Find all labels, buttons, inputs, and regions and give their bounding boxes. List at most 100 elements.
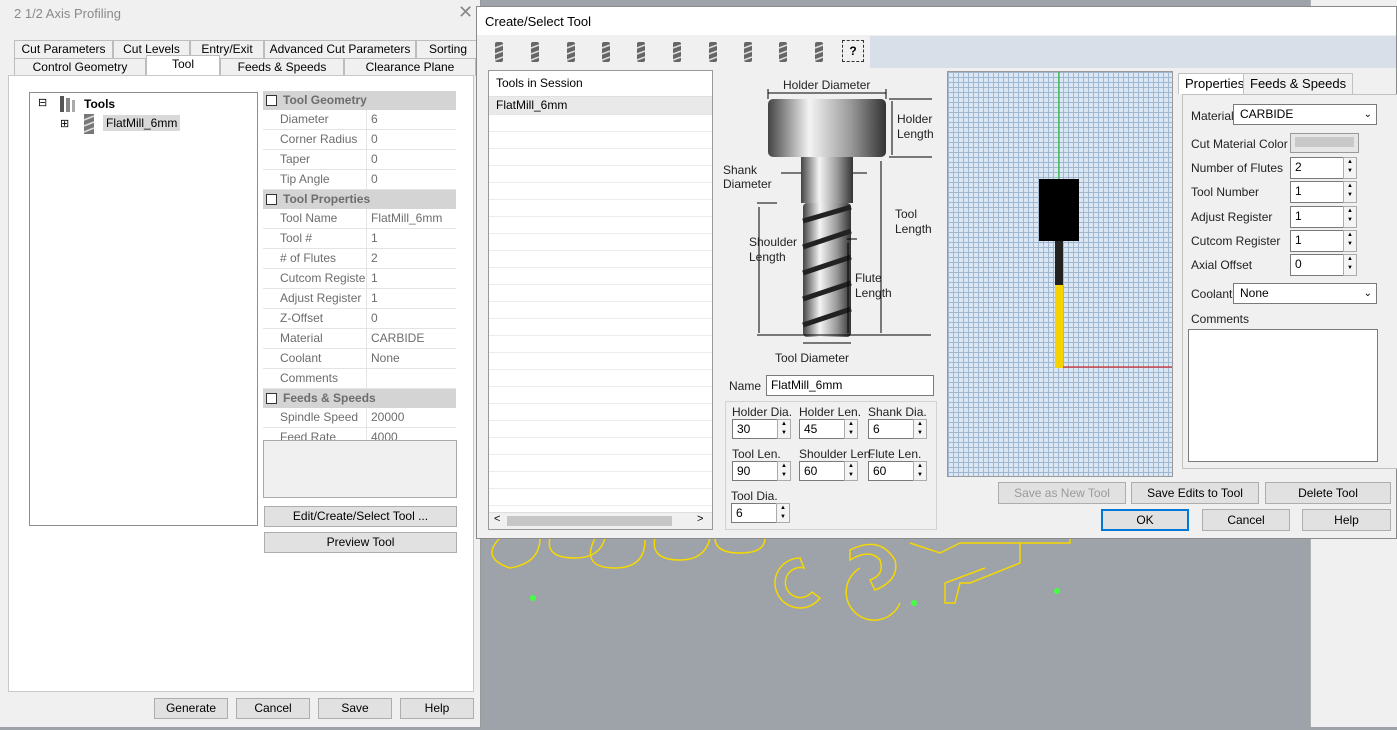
property-row[interactable]: Tool Name FlatMill_6mm [263,209,456,229]
spinner[interactable]: ▲ ▼ [913,461,927,481]
edit-create-select-tool-button[interactable]: Edit/Create/Select Tool ... [264,506,457,527]
collapse-icon[interactable] [266,393,277,404]
property-value[interactable]: 1 [367,269,456,288]
dim-input[interactable]: 60 [799,461,845,481]
spinner[interactable]: ▲ ▼ [1343,157,1357,179]
spinner[interactable]: ▲ ▼ [777,461,791,481]
help-button[interactable]: Help [1302,509,1391,531]
field-input[interactable]: 2 [1290,157,1344,179]
property-row[interactable]: Tool #1 [263,229,456,249]
tree-collapse-icon[interactable]: ⊞ [60,117,69,130]
property-row[interactable]: Tip Angle 0 [263,170,456,190]
tree-expand-icon[interactable]: ⊟ [38,96,47,109]
spinner[interactable]: ▲ ▼ [777,419,791,439]
dovetail-icon[interactable] [736,40,760,64]
tab-control-geometry[interactable]: Control Geometry [14,58,146,76]
coolant-select[interactable]: None ⌄ [1233,283,1377,304]
chevron-up-icon[interactable]: ▲ [778,420,790,429]
cancel-button[interactable]: Cancel [1202,509,1290,531]
chevron-up-icon[interactable]: ▲ [1344,158,1356,167]
chevron-down-icon[interactable]: ▼ [778,429,790,438]
section-tool-geometry[interactable]: Tool Geometry [263,91,456,110]
dim-input[interactable]: 60 [868,461,914,481]
cut-material-color-button[interactable] [1290,133,1359,153]
tab-advanced-cut-parameters[interactable]: Advanced Cut Parameters [264,40,416,58]
spinner[interactable]: ▲ ▼ [1343,181,1357,203]
tool-tree[interactable]: ⊟ Tools ⊞ FlatMill_6mm [29,92,258,526]
chevron-up-icon[interactable]: ▲ [1344,182,1356,191]
dim-input[interactable]: 6 [868,419,914,439]
property-value[interactable]: None [367,349,456,368]
scroll-right-icon[interactable]: > [697,513,703,525]
chevron-down-icon[interactable]: ▼ [914,471,926,480]
material-select[interactable]: CARBIDE ⌄ [1233,104,1377,125]
property-value[interactable]: 20000 [367,408,456,427]
spinner[interactable]: ▲ ▼ [1343,254,1357,276]
property-row[interactable]: Spindle Speed 20000 [263,408,456,428]
property-row[interactable]: Cutcom Registe 1 [263,269,456,289]
spinner[interactable]: ▲ ▼ [844,419,858,439]
tab-properties[interactable]: Properties [1178,73,1252,94]
save-button[interactable]: Save [318,698,392,719]
property-value[interactable] [367,369,456,388]
tree-root-label[interactable]: Tools [84,97,115,111]
property-row[interactable]: Adjust Register 1 [263,289,456,309]
preview-tool-button[interactable]: Preview Tool [264,532,457,553]
help-button[interactable]: Help [400,698,474,719]
dim-input[interactable]: 45 [799,419,845,439]
property-row[interactable]: Coolant None [263,349,456,369]
cancel-button[interactable]: Cancel [236,698,310,719]
property-value[interactable]: 2 [367,249,456,268]
dim-input[interactable]: 6 [731,503,777,523]
spinner[interactable]: ▲ ▼ [1343,230,1357,252]
field-input[interactable]: 1 [1290,181,1344,203]
collapse-icon[interactable] [266,194,277,205]
session-item-flatmill[interactable]: FlatMill_6mm [489,97,712,115]
tab-feeds-speeds[interactable]: Feeds & Speeds [1243,73,1354,94]
property-row[interactable]: Material CARBIDE [263,329,456,349]
property-value[interactable]: 6 [367,110,456,129]
scrollbar-thumb[interactable] [507,516,672,526]
property-value[interactable]: 1 [367,229,456,248]
field-input[interactable]: 1 [1290,230,1344,252]
generate-button[interactable]: Generate [154,698,228,719]
cad-canvas[interactable] [480,537,1310,727]
chevron-up-icon[interactable]: ▲ [845,462,857,471]
lollipop-icon[interactable] [807,40,831,64]
property-value[interactable]: 0 [367,130,456,149]
chevron-down-icon[interactable]: ▼ [914,429,926,438]
chevron-up-icon[interactable]: ▲ [778,462,790,471]
tools-in-session-list[interactable]: Tools in Session FlatMill_6mm < > [488,70,713,530]
property-row[interactable]: Diameter 6 [263,110,456,130]
field-input[interactable]: 0 [1290,254,1344,276]
chevron-down-icon[interactable]: ▼ [1344,240,1356,249]
collapse-icon[interactable] [266,95,277,106]
ok-button[interactable]: OK [1101,509,1189,531]
chevron-up-icon[interactable]: ▲ [1344,255,1356,264]
save-as-new-tool-button[interactable]: Save as New Tool [998,482,1126,504]
slot-mill-icon[interactable] [701,40,725,64]
chevron-down-icon[interactable]: ▼ [1344,216,1356,225]
drill-icon[interactable] [594,40,618,64]
chevron-down-icon[interactable]: ▼ [845,429,857,438]
field-input[interactable]: 1 [1290,206,1344,228]
tab-tool[interactable]: Tool [146,55,220,76]
chevron-down-icon[interactable]: ▼ [777,513,789,522]
ball-mill-icon[interactable] [523,40,547,64]
tab-cut-parameters[interactable]: Cut Parameters [14,40,113,58]
chevron-up-icon[interactable]: ▲ [1344,231,1356,240]
chevron-up-icon[interactable]: ▲ [1344,207,1356,216]
property-value[interactable]: CARBIDE [367,329,456,348]
scroll-left-icon[interactable]: < [494,513,500,525]
tab-feeds-speeds[interactable]: Feeds & Speeds [220,58,344,76]
delete-tool-button[interactable]: Delete Tool [1265,482,1391,504]
section-tool-properties[interactable]: Tool Properties [263,190,456,209]
chevron-up-icon[interactable]: ▲ [845,420,857,429]
dim-input[interactable]: 30 [732,419,778,439]
property-row[interactable]: Corner Radius 0 [263,130,456,150]
horizontal-scrollbar[interactable]: < > [489,512,712,529]
chevron-down-icon[interactable]: ▼ [845,471,857,480]
property-row[interactable]: # of Flutes 2 [263,249,456,269]
spinner[interactable]: ▲ ▼ [776,503,790,523]
tapered-mill-icon[interactable] [629,40,653,64]
